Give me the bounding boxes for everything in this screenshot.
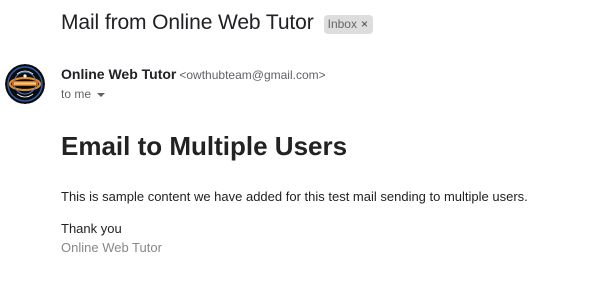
email-signature: Online Web Tutor — [61, 240, 162, 255]
email-body-heading: Email to Multiple Users — [61, 131, 348, 161]
recipient-details-toggle[interactable]: to me — [61, 87, 106, 101]
email-body-content: This is sample content we have added for… — [61, 189, 528, 204]
caret-down-icon[interactable] — [97, 92, 106, 97]
inbox-label-text: Inbox — [327, 17, 357, 31]
remove-label-icon[interactable]: × — [361, 18, 368, 30]
sender-email: <owthubteam@gmail.com> — [179, 68, 326, 82]
recipient-text: to me — [61, 87, 92, 101]
sender-avatar[interactable] — [5, 64, 45, 104]
sender-name[interactable]: Online Web Tutor — [61, 66, 176, 82]
email-closing: Thank you — [61, 221, 122, 236]
email-subject-row: Mail from Online Web Tutor Inbox × — [61, 9, 373, 37]
sender-row: Online Web Tutor <owthubteam@gmail.com> — [61, 66, 326, 82]
sender-avatar-logo-icon — [5, 64, 45, 104]
email-subject: Mail from Online Web Tutor — [61, 11, 314, 34]
inbox-label-chip[interactable]: Inbox × — [323, 14, 373, 34]
